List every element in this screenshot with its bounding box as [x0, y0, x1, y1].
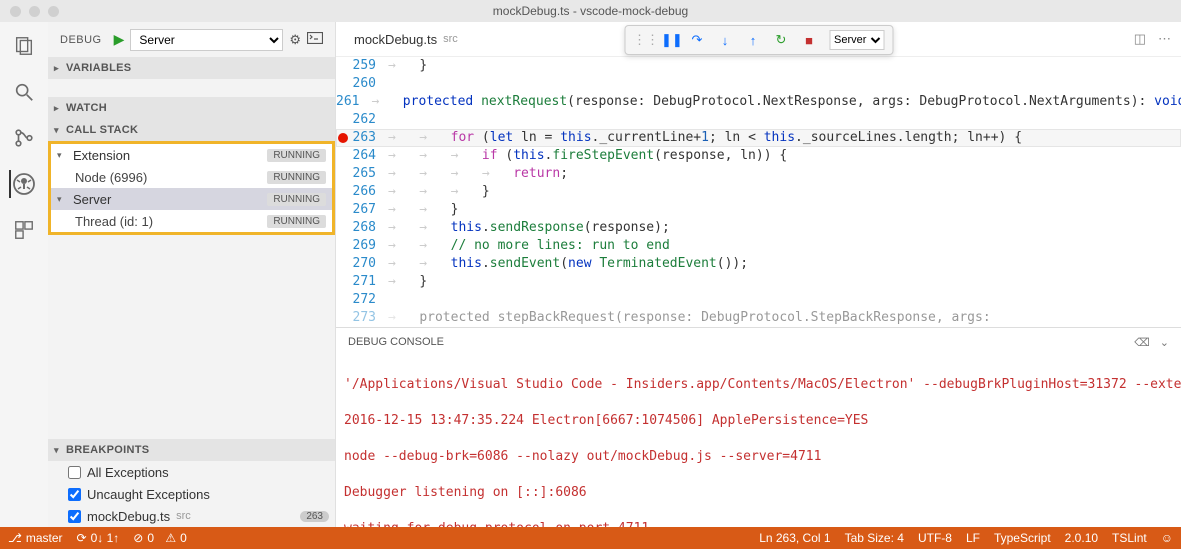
step-into-icon[interactable]: ↓ [717, 33, 733, 48]
panel-title: DEBUG CONSOLE [348, 336, 444, 348]
scm-icon[interactable] [10, 124, 38, 152]
max-dot[interactable] [48, 6, 59, 17]
watch-header[interactable]: ▸WATCH [48, 97, 335, 119]
debug-toolbar[interactable]: ⋮⋮ ❚❚ ↷ ↓ ↑ ↻ ■ Server [624, 25, 893, 55]
eol[interactable]: LF [966, 531, 980, 545]
bp-uncaught-check[interactable] [68, 488, 81, 501]
editor-area: mockDebug.ts src ⋮⋮ ❚❚ ↷ ↓ ↑ ↻ ■ Server … [336, 22, 1181, 527]
debug-console-panel: DEBUG CONSOLE ⌫ ⌄ '/Applications/Visual … [336, 327, 1181, 527]
bp-all-check[interactable] [68, 466, 81, 479]
tab-size[interactable]: Tab Size: 4 [845, 531, 904, 545]
git-branch[interactable]: ⎇master [8, 531, 63, 545]
bp-all-exceptions[interactable]: All Exceptions [48, 461, 335, 483]
more-icon[interactable]: ⋯ [1158, 31, 1171, 47]
activitybar [0, 22, 48, 527]
git-sync[interactable]: ⟳0↓ 1↑ [77, 531, 120, 545]
breakpoints-header[interactable]: ▾BREAKPOINTS [48, 439, 335, 461]
ts-version[interactable]: 2.0.10 [1065, 531, 1098, 545]
code-editor[interactable]: 259→ } 260 261→ protected nextRequest(re… [336, 57, 1181, 327]
chevron-down-icon[interactable]: ⌄ [1160, 336, 1169, 349]
sync-icon: ⟳ [77, 531, 87, 545]
bp-file-check[interactable] [68, 510, 81, 523]
statusbar: ⎇master ⟳0↓ 1↑ ⊘0 ⚠0 Ln 263, Col 1 Tab S… [0, 527, 1181, 549]
callstack-header[interactable]: ▾CALL STACK [48, 119, 335, 141]
search-icon[interactable] [10, 78, 38, 106]
bp-uncaught-exceptions[interactable]: Uncaught Exceptions [48, 483, 335, 505]
explorer-icon[interactable] [10, 32, 38, 60]
grip-icon[interactable]: ⋮⋮ [633, 32, 649, 48]
config-select[interactable]: Server [130, 29, 283, 51]
callstack-body: ▾ExtensionRUNNING Node (6996)RUNNING ▾Se… [48, 141, 335, 235]
language-mode[interactable]: TypeScript [994, 531, 1051, 545]
gear-icon[interactable]: ⚙ [289, 32, 301, 48]
console-output[interactable]: '/Applications/Visual Studio Code - Insi… [336, 356, 1181, 527]
clear-console-icon[interactable]: ⌫ [1134, 336, 1150, 349]
start-debug-icon[interactable]: ▶ [114, 31, 125, 48]
debug-icon[interactable] [9, 170, 37, 198]
step-out-icon[interactable]: ↑ [745, 33, 761, 48]
cursor-pos[interactable]: Ln 263, Col 1 [759, 531, 830, 545]
problems[interactable]: ⊘0 ⚠0 [133, 531, 187, 545]
restart-icon[interactable]: ↻ [773, 32, 789, 48]
tab-actions: ◫ ⋯ [1134, 31, 1171, 47]
split-editor-icon[interactable]: ◫ [1134, 31, 1146, 47]
warning-icon: ⚠ [165, 531, 176, 545]
debug-session-select[interactable]: Server [829, 30, 884, 50]
min-dot[interactable] [29, 6, 40, 17]
feedback-icon[interactable]: ☺ [1161, 531, 1173, 545]
debug-header: DEBUG ▶ Server ⚙ [48, 22, 335, 57]
branch-icon: ⎇ [8, 531, 22, 545]
callstack-item-node[interactable]: Node (6996)RUNNING [51, 166, 332, 188]
bp-file[interactable]: mockDebug.tssrc263 [48, 505, 335, 527]
traffic-lights [10, 6, 59, 17]
tab-mockdebug[interactable]: mockDebug.ts src [346, 32, 466, 47]
breakpoint-dot[interactable] [338, 133, 348, 143]
step-over-icon[interactable]: ↷ [689, 32, 705, 48]
error-icon: ⊘ [133, 531, 143, 545]
sidebar: DEBUG ▶ Server ⚙ ▸VARIABLES ▸WATCH ▾CALL… [48, 22, 336, 527]
stop-icon[interactable]: ■ [801, 33, 817, 48]
tslint[interactable]: TSLint [1112, 531, 1147, 545]
callstack-item-thread[interactable]: Thread (id: 1)RUNNING [51, 210, 332, 232]
titlebar: mockDebug.ts - vscode-mock-debug [0, 0, 1181, 22]
panel-header: DEBUG CONSOLE ⌫ ⌄ [336, 328, 1181, 356]
encoding[interactable]: UTF-8 [918, 531, 952, 545]
tabs: mockDebug.ts src ⋮⋮ ❚❚ ↷ ↓ ↑ ↻ ■ Server … [336, 22, 1181, 57]
callstack-item-extension[interactable]: ▾ExtensionRUNNING [51, 144, 332, 166]
window-title: mockDebug.ts - vscode-mock-debug [493, 4, 688, 18]
variables-header[interactable]: ▸VARIABLES [48, 57, 335, 79]
close-dot[interactable] [10, 6, 21, 17]
extensions-icon[interactable] [10, 216, 38, 244]
debug-label: DEBUG [60, 34, 102, 46]
callstack-item-server[interactable]: ▾ServerRUNNING [51, 188, 332, 210]
pause-icon[interactable]: ❚❚ [661, 32, 677, 48]
debug-console-icon[interactable] [307, 32, 323, 47]
